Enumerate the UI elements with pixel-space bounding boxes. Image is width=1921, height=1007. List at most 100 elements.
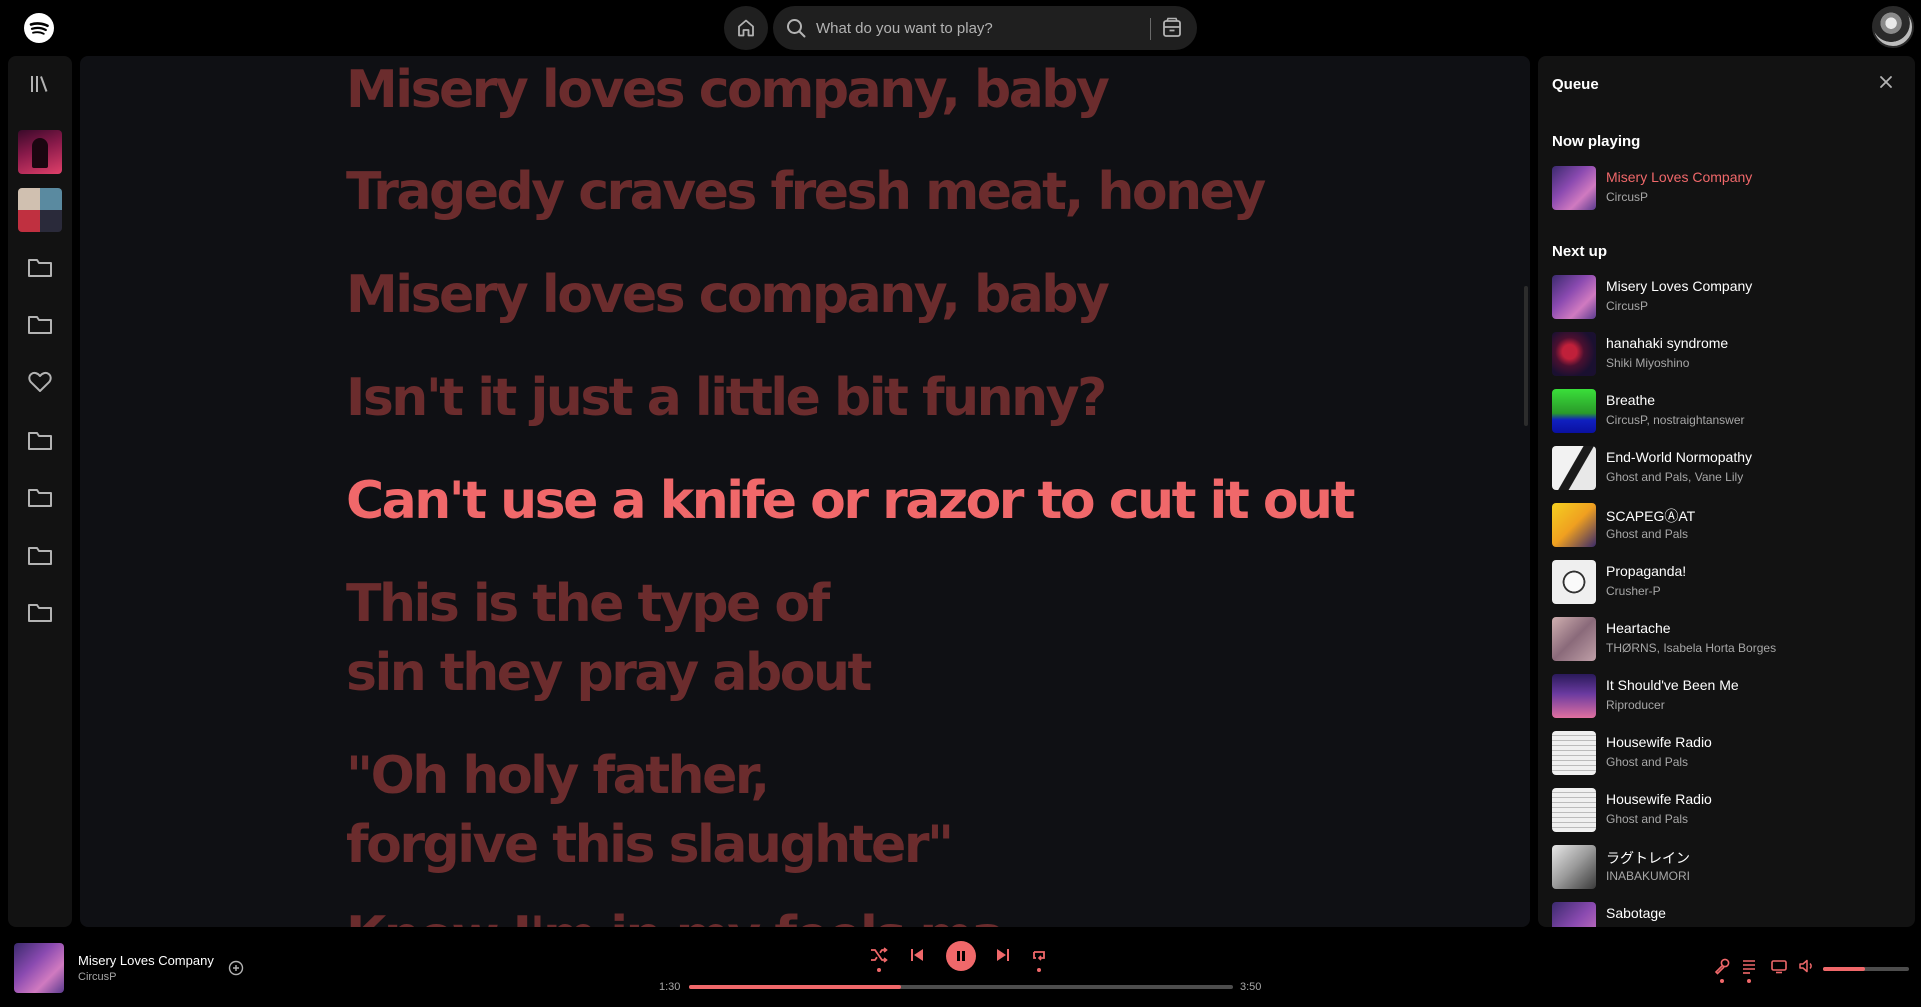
previous-button[interactable] — [907, 945, 927, 965]
search-bar[interactable]: What do you want to play? — [773, 6, 1197, 50]
track-artist[interactable]: Riproducer — [1606, 698, 1665, 712]
mute-button[interactable] — [1798, 957, 1816, 975]
queue-list-item[interactable]: Breathe CircusP, nostraightanswer — [1552, 387, 1902, 435]
folder-icon — [28, 547, 52, 565]
lyric-line-active[interactable]: Can't use a knife or razor to cut it out — [346, 467, 1355, 536]
lyric-line[interactable]: Isn't it just a little bit funny? — [346, 364, 1107, 433]
connect-device-button[interactable] — [1770, 957, 1788, 975]
shuffle-active-indicator — [877, 968, 881, 972]
folder-icon — [28, 316, 52, 334]
library-toggle-button[interactable] — [24, 68, 56, 100]
queue-list-item[interactable]: Housewife Radio Ghost and Pals — [1552, 786, 1902, 834]
repeat-button[interactable] — [1029, 945, 1049, 965]
queue-list-item[interactable]: End-World Normopathy Ghost and Pals, Van… — [1552, 444, 1902, 492]
queue-panel: Queue Now playing Misery Loves Company C… — [1538, 56, 1915, 927]
now-playing-artist[interactable]: CircusP — [78, 971, 117, 983]
volume-slider[interactable] — [1823, 967, 1909, 971]
library-item-folder[interactable] — [24, 596, 56, 628]
track-title: It Should've Been Me — [1606, 677, 1739, 693]
repeat-icon — [1033, 951, 1045, 961]
library-icon — [31, 76, 48, 92]
library-item-folder[interactable] — [24, 481, 56, 513]
track-cover — [1552, 674, 1596, 718]
lyrics-active-indicator — [1720, 979, 1724, 983]
lyric-line[interactable]: Misery loves company, baby — [346, 56, 1110, 125]
track-cover — [1552, 560, 1596, 604]
track-artist[interactable]: Shiki Miyoshino — [1606, 356, 1689, 370]
lyric-line[interactable]: "Oh holy father, — [346, 742, 770, 811]
skip-next-icon — [997, 949, 1009, 961]
next-button[interactable] — [993, 945, 1013, 965]
user-avatar[interactable] — [1872, 6, 1914, 48]
add-to-library-icon[interactable] — [228, 960, 244, 976]
queue-list-item[interactable]: SCAPEGⒶAT Ghost and Pals — [1552, 501, 1902, 549]
lyric-line[interactable]: Know I'm in my feels ma... — [346, 902, 1058, 927]
track-title: Breathe — [1606, 392, 1656, 408]
lyric-line[interactable]: forgive this slaughter" — [346, 811, 954, 880]
library-item-folder[interactable] — [24, 308, 56, 340]
lyrics-button[interactable] — [1713, 957, 1731, 975]
liked-songs-button[interactable] — [24, 366, 56, 398]
lyric-line[interactable]: Misery loves company, baby — [346, 261, 1110, 330]
search-icon — [787, 19, 806, 38]
library-item-folder[interactable] — [24, 424, 56, 456]
track-artist[interactable]: Ghost and Pals — [1606, 812, 1688, 826]
lyrics-view: Misery loves company, baby Tragedy crave… — [80, 56, 1530, 927]
close-icon[interactable] — [1878, 74, 1894, 90]
now-playing-cover[interactable] — [14, 943, 64, 993]
top-bar: What do you want to play? — [0, 0, 1921, 56]
folder-icon — [28, 432, 52, 450]
pause-icon — [957, 951, 965, 961]
track-artist[interactable]: Ghost and Pals — [1606, 527, 1688, 541]
queue-list-item[interactable]: It Should've Been Me Riproducer — [1552, 672, 1902, 720]
track-artist[interactable]: CircusP — [1606, 190, 1648, 204]
queue-list-item[interactable]: Propaganda! Crusher-P — [1552, 558, 1902, 606]
queue-list-item[interactable]: Heartache THØRNS, Isabela Horta Borges — [1552, 615, 1902, 663]
now-playing-title[interactable]: Misery Loves Company — [78, 953, 214, 968]
queue-button[interactable] — [1740, 957, 1758, 975]
track-title: Misery Loves Company — [1606, 278, 1753, 294]
track-cover — [1552, 617, 1596, 661]
queue-list-item[interactable]: hanahaki syndrome Shiki Miyoshino — [1552, 330, 1902, 378]
track-title: Heartache — [1606, 620, 1671, 636]
track-artist[interactable]: INABAKUMORI — [1606, 869, 1690, 883]
track-artist[interactable]: CircusP — [1606, 299, 1648, 313]
queue-list-item[interactable]: Housewife Radio Ghost and Pals — [1552, 729, 1902, 777]
queue-list-item[interactable]: ラグトレイン INABAKUMORI — [1552, 843, 1902, 891]
track-title: hanahaki syndrome — [1606, 335, 1729, 351]
library-item-playlist-cover[interactable] — [18, 130, 62, 174]
track-title: SCAPEGⒶAT — [1606, 508, 1696, 524]
track-title: Propaganda! — [1606, 563, 1687, 579]
device-icon — [1771, 960, 1787, 974]
track-artist[interactable]: CircusP, nostraightanswer — [1606, 413, 1745, 427]
repeat-active-indicator — [1037, 968, 1041, 972]
track-cover — [1552, 845, 1596, 889]
track-cover — [1552, 731, 1596, 775]
lyrics-scrollbar[interactable] — [1524, 286, 1528, 426]
track-cover — [1552, 332, 1596, 376]
track-cover — [1552, 389, 1596, 433]
track-artist[interactable]: Ghost and Pals — [1606, 755, 1688, 769]
track-artist[interactable]: Ghost and Pals, Vane Lily — [1606, 470, 1743, 484]
shuffle-button[interactable] — [869, 945, 889, 965]
volume-level-fill — [1823, 967, 1866, 971]
lyric-line[interactable]: This is the type of — [346, 570, 830, 639]
pause-button[interactable] — [946, 941, 976, 971]
lyric-line[interactable]: sin they pray about — [346, 639, 872, 708]
queue-list-item[interactable]: Sabotage — [1552, 900, 1902, 927]
queue-now-playing-item[interactable]: Misery Loves Company CircusP — [1552, 164, 1902, 212]
playback-progress-fill — [689, 985, 902, 989]
track-artist[interactable]: Crusher-P — [1606, 584, 1661, 598]
playback-progress-bar[interactable] — [689, 985, 1233, 989]
home-button[interactable] — [724, 6, 768, 50]
spotify-logo-icon[interactable] — [24, 13, 54, 43]
library-item-playlist-cover[interactable] — [18, 188, 62, 232]
browse-icon[interactable] — [1160, 16, 1184, 40]
queue-title: Queue — [1552, 76, 1599, 93]
track-artist[interactable]: THØRNS, Isabela Horta Borges — [1606, 641, 1776, 655]
library-item-folder[interactable] — [24, 251, 56, 283]
search-input[interactable]: What do you want to play? — [816, 20, 993, 37]
library-item-folder[interactable] — [24, 539, 56, 571]
lyric-line[interactable]: Tragedy craves fresh meat, honey — [346, 158, 1266, 227]
queue-list-item[interactable]: Misery Loves Company CircusP — [1552, 273, 1902, 321]
